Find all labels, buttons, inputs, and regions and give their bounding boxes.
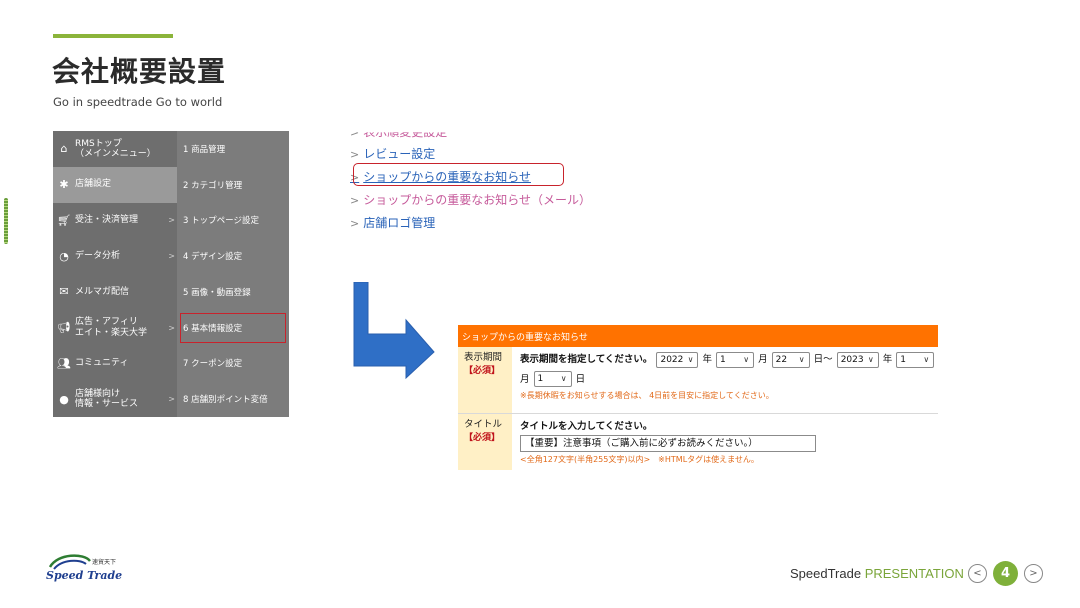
rms-item-info[interactable]: ● 店舗様向け 情報・サービス >: [53, 381, 177, 417]
chevron-down-icon: ∨: [743, 354, 750, 364]
period-content: 表示期間を指定してください。 2022 ∨ 年 1 ∨ 月 22 ∨ 日～ 2023 ∨…: [512, 347, 938, 413]
title-label-cell: タイトル 【必須】: [458, 414, 512, 470]
chevron-down-icon: ∨: [923, 354, 930, 364]
rms-item-top[interactable]: ⌂ RMSトップ （メインメニュー）: [53, 131, 177, 167]
previous-page-button[interactable]: <: [968, 564, 987, 583]
sub-item-categories[interactable]: 2 カテゴリ管理: [177, 167, 289, 203]
chevron-left-icon: <: [973, 568, 982, 579]
rms-item-orders[interactable]: 🛒︎ 受注・決済管理 >: [53, 203, 177, 239]
title-input[interactable]: 【重要】注意事項（ご購入前に必ずお読みください。）: [520, 435, 816, 452]
mail-icon: ✉: [59, 285, 69, 299]
sub-item-design[interactable]: 4 デザイン設定: [177, 238, 289, 274]
title-accent-bar: [53, 34, 173, 38]
sub-item-top-page[interactable]: 3 トップページ設定: [177, 203, 289, 239]
notice-form: ショップからの重要なお知らせ 表示期間 【必須】 表示期間を指定してください。 …: [458, 325, 938, 470]
start-year-select[interactable]: 2022 ∨: [656, 351, 699, 368]
period-note: ※長期休暇をお知らせする場合は、 4日前を目安に指定してください。: [520, 391, 774, 400]
highlight-box: [353, 163, 564, 186]
chevron-right-icon: >: [168, 323, 175, 333]
chevron-right-icon: >: [168, 251, 175, 261]
slide: 会社概要設置 Go in speedtrade Go to world ⌂ RM…: [0, 0, 1080, 608]
scroll-indicator[interactable]: [4, 198, 8, 244]
chevron-right-icon: >: [350, 194, 360, 207]
rms-item-store-settings[interactable]: ✱ 店舗設定: [53, 166, 177, 203]
chevron-down-icon: ∨: [560, 374, 567, 383]
end-year-select[interactable]: 2023 ∨: [836, 351, 879, 368]
rms-main-menu: ⌂ RMSトップ （メインメニュー） ✱ 店舗設定 🛒︎ 受注・決済管理 > ◔…: [53, 131, 177, 417]
gear-icon: ✱: [59, 178, 69, 192]
page-number: 4: [993, 561, 1018, 586]
start-month-select[interactable]: 1 ∨: [716, 351, 755, 368]
people-icon: 👥︎: [57, 356, 71, 370]
title-row: タイトル 【必須】 タイトルを入力してください。 【重要】注意事項（ご購入前に必…: [458, 414, 938, 470]
page-title: 会社概要設置: [52, 55, 227, 88]
title-instruction: タイトルを入力してください。: [520, 421, 653, 432]
pie-chart-icon: ◔: [59, 249, 69, 263]
title-label: タイトル: [464, 419, 503, 430]
chevron-right-icon: >: [168, 215, 175, 225]
svg-text:速貿天下: 速貿天下: [92, 558, 116, 566]
chevron-right-icon: >: [1029, 568, 1038, 579]
chevron-down-icon: ∨: [798, 354, 805, 364]
title-note: <全角127文字(半角255文字)以内> ※HTMLタグは使えません。: [520, 455, 759, 464]
rms-item-ads[interactable]: 📢︎ 広告・アフィリ エイト・楽天大学 >: [53, 310, 177, 346]
period-row: 表示期間 【必須】 表示期間を指定してください。 2022 ∨ 年 1 ∨ 月 22…: [458, 347, 938, 414]
sub-item-products[interactable]: 1 商品管理: [177, 131, 289, 167]
info-icon: ●: [59, 392, 69, 406]
cart-icon: 🛒︎: [57, 213, 71, 227]
link-store-logo[interactable]: > 店舗ロゴ管理: [350, 214, 435, 231]
sub-item-coupons[interactable]: 7 クーポン設定: [177, 346, 289, 382]
required-badge: 【必須】: [464, 433, 501, 444]
chevron-right-icon: >: [350, 217, 360, 230]
link-review-settings[interactable]: > レビュー設定: [350, 145, 435, 162]
page-subtitle: Go in speedtrade Go to world: [53, 95, 223, 109]
home-icon: ⌂: [60, 142, 68, 156]
megaphone-icon: 📢︎: [57, 321, 71, 335]
chevron-down-icon: ∨: [687, 354, 694, 364]
form-header: ショップからの重要なお知らせ: [458, 325, 938, 347]
next-page-button[interactable]: >: [1024, 564, 1043, 583]
sub-item-basic-info[interactable]: 6 基本情報設定: [177, 310, 289, 346]
required-badge: 【必須】: [464, 366, 501, 377]
rms-menu: ⌂ RMSトップ （メインメニュー） ✱ 店舗設定 🛒︎ 受注・決済管理 > ◔…: [53, 131, 289, 417]
end-month-select[interactable]: 1 ∨: [896, 351, 935, 368]
rms-item-mailmag[interactable]: ✉ メルマガ配信: [53, 274, 177, 310]
chevron-down-icon: ∨: [867, 354, 874, 364]
title-content: タイトルを入力してください。 【重要】注意事項（ご購入前に必ずお読みください。）…: [512, 414, 938, 470]
chevron-right-icon: >: [168, 394, 175, 404]
footer-label: SpeedTrade PRESENTATION: [790, 566, 964, 581]
rms-item-community[interactable]: 👥︎ コミュニティ: [53, 346, 177, 382]
rms-item-analytics[interactable]: ◔ データ分析 >: [53, 238, 177, 274]
rms-sub-menu: 1 商品管理 2 カテゴリ管理 3 トップページ設定 4 デザイン設定 5 画像…: [177, 131, 289, 417]
sub-item-points[interactable]: 8 店舗別ポイント変倍: [177, 381, 289, 417]
sub-item-media[interactable]: 5 画像・動画登録: [177, 274, 289, 310]
link-shop-notice-mail[interactable]: > ショップからの重要なお知らせ（メール）: [350, 191, 591, 208]
arrow-down-right-icon: [353, 282, 435, 380]
start-day-select[interactable]: 22 ∨: [771, 351, 810, 368]
end-day-select[interactable]: 1 ∨: [533, 371, 572, 387]
svg-text:Speed Trade: Speed Trade: [46, 569, 122, 582]
period-label: 表示期間: [464, 352, 503, 363]
period-label-cell: 表示期間 【必須】: [458, 347, 512, 413]
chevron-right-icon: >: [350, 148, 360, 161]
period-instruction: 表示期間を指定してください。: [520, 354, 653, 365]
clipped-link: > 表示順変更設定: [350, 125, 448, 139]
speedtrade-logo: 速貿天下 Speed Trade: [46, 554, 122, 582]
